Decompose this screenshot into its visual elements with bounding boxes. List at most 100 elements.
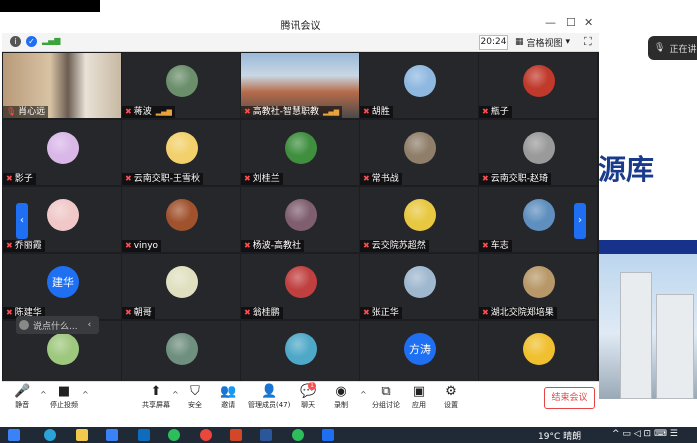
avatar bbox=[404, 199, 436, 231]
participant-tile[interactable]: ✖ 云南交职-赵琦 bbox=[479, 120, 597, 185]
chrome-icon[interactable] bbox=[200, 429, 212, 441]
view-label: 宫格视图 bbox=[526, 38, 563, 49]
file-explorer-icon[interactable] bbox=[76, 429, 88, 441]
participant-tile[interactable]: 🎙 肖心远 bbox=[3, 53, 121, 118]
participant-tile[interactable] bbox=[241, 321, 359, 386]
muted-mic-icon: ✖ bbox=[244, 308, 251, 317]
breakout-label: 分组讨论 bbox=[372, 401, 400, 409]
share-options-icon[interactable]: ^ bbox=[172, 390, 179, 399]
participant-tile[interactable]: ✖ 朝哥 bbox=[122, 254, 240, 319]
avatar bbox=[285, 199, 317, 231]
powerpoint-icon[interactable] bbox=[230, 429, 242, 441]
participant-tile[interactable]: ✖ 影子 bbox=[3, 120, 121, 185]
edge-browser-icon[interactable] bbox=[44, 429, 56, 441]
avatar bbox=[404, 132, 436, 164]
muted-mic-icon: ✖ bbox=[244, 107, 251, 116]
maximize-icon[interactable]: ☐ bbox=[566, 16, 576, 29]
participant-name: 杨波-高教社 bbox=[252, 241, 301, 251]
share-screen-button[interactable]: ⬆ 共享屏幕 bbox=[142, 384, 170, 410]
participant-name-bar: ✖ 高教社-智慧职教 ▂▄▆ bbox=[241, 106, 343, 118]
participant-name-bar: ✖ 云交院苏超然 bbox=[360, 240, 429, 252]
record-button[interactable]: ◉ 录制 bbox=[334, 384, 348, 410]
signal-icon[interactable]: ▂▄▆ bbox=[42, 36, 60, 45]
participant-name: 肖心远 bbox=[18, 107, 46, 117]
windows-start-icon[interactable] bbox=[8, 429, 20, 441]
participant-tile[interactable]: 建华 ✖ 陈建华 bbox=[3, 254, 121, 319]
muted-mic-icon: ✖ bbox=[125, 107, 132, 116]
chat-button[interactable]: 💬 1 聊天 bbox=[300, 382, 317, 410]
participant-name: 车志 bbox=[490, 241, 509, 251]
chat-icon: 💬 1 bbox=[300, 382, 317, 399]
participant-tile[interactable]: ✖ 高教社-智慧职教 ▂▄▆ bbox=[241, 53, 359, 118]
security-button[interactable]: ⛉ 安全 bbox=[188, 384, 202, 410]
record-options-icon[interactable]: ^ bbox=[360, 390, 367, 399]
participant-tile[interactable]: ✖ 张正华 bbox=[360, 254, 478, 319]
participant-name: 影子 bbox=[14, 174, 33, 184]
tray-icons[interactable]: ^ ▭ ◁ ⊡ ⌨ ☰ bbox=[612, 429, 678, 439]
collapse-icon[interactable]: ‹ bbox=[88, 320, 92, 330]
avatar: 建华 bbox=[47, 266, 79, 298]
tencent-meeting-icon[interactable] bbox=[322, 429, 334, 441]
avatar bbox=[523, 65, 555, 97]
participant-tile[interactable]: ✖ 胡胜 bbox=[360, 53, 478, 118]
participant-name: 胡胜 bbox=[371, 107, 390, 117]
participant-tile[interactable]: ✖ 翁桂鹏 bbox=[241, 254, 359, 319]
avatar bbox=[47, 132, 79, 164]
speaker-indicator[interactable]: 🎙 正在讲 bbox=[648, 36, 697, 60]
signal-icon: ▂▄▆ bbox=[155, 108, 172, 116]
participant-tile[interactable]: ✖ 瓶子 bbox=[479, 53, 597, 118]
view-switch-button[interactable]: ▦ 宫格视图 ▾ bbox=[515, 35, 570, 49]
avatar bbox=[285, 266, 317, 298]
apps-button[interactable]: ▣ 应用 bbox=[412, 384, 426, 410]
settings-label: 设置 bbox=[444, 401, 458, 409]
stop-video-button[interactable]: ■ 停止投频 bbox=[50, 384, 78, 410]
chat-label: 聊天 bbox=[301, 401, 316, 409]
info-icon[interactable]: i bbox=[10, 36, 21, 47]
muted-mic-icon: ✖ bbox=[6, 308, 13, 317]
browser-icon[interactable] bbox=[168, 429, 180, 441]
participant-tile[interactable]: ✖ 云交院苏超然 bbox=[360, 187, 478, 252]
window-title: 腾讯会议 bbox=[280, 21, 321, 32]
participant-name-bar: ✖ 胡胜 bbox=[360, 106, 393, 118]
avatar bbox=[523, 132, 555, 164]
muted-mic-icon: ✖ bbox=[125, 174, 132, 183]
signal-icon: ▂▄▆ bbox=[322, 108, 340, 116]
mail-icon[interactable] bbox=[138, 429, 150, 441]
participant-tile[interactable]: ✖ 云南交职-王雪秋 bbox=[122, 120, 240, 185]
participant-tile[interactable]: ✖ 常书战 bbox=[360, 120, 478, 185]
title-bar: 腾讯会议 — ☐ ✕ bbox=[2, 13, 599, 33]
participant-tile[interactable]: ✖ 刘桂兰 bbox=[241, 120, 359, 185]
shield-icon[interactable]: ✓ bbox=[26, 36, 37, 47]
end-meeting-button[interactable]: 结束会议 bbox=[544, 387, 595, 409]
mic-options-icon[interactable]: ^ bbox=[40, 390, 47, 399]
manage-members-button[interactable]: 👤 管理成员(47) bbox=[248, 384, 290, 410]
prev-page-button[interactable]: ‹ bbox=[16, 203, 28, 239]
avatar bbox=[285, 132, 317, 164]
participant-tile[interactable]: 方涛 bbox=[360, 321, 478, 386]
participant-tile[interactable]: ✖ vinyo bbox=[122, 187, 240, 252]
minimize-icon[interactable]: — bbox=[545, 16, 556, 29]
invite-button[interactable]: 👥 邀请 bbox=[220, 384, 236, 410]
wechat-icon[interactable] bbox=[292, 429, 304, 441]
grid-view-icon: ▦ bbox=[515, 37, 524, 47]
participant-name: 常书战 bbox=[371, 174, 399, 184]
fullscreen-icon[interactable]: ⛶ bbox=[584, 35, 592, 49]
next-page-button[interactable]: › bbox=[574, 203, 586, 239]
participant-tile[interactable] bbox=[479, 321, 597, 386]
participant-name-bar: ✖ vinyo bbox=[122, 240, 162, 252]
weather-status[interactable]: 19°C 晴朗 bbox=[538, 429, 581, 442]
participant-tile[interactable]: ✖ 蒋波 ▂▄▆ bbox=[122, 53, 240, 118]
invite-label: 邀请 bbox=[221, 401, 236, 409]
avatar bbox=[523, 266, 555, 298]
video-options-icon[interactable]: ^ bbox=[82, 390, 89, 399]
breakout-button[interactable]: ⧉ 分组讨论 bbox=[372, 384, 400, 410]
participant-tile[interactable]: ✖ 湖北交院郑培果 bbox=[479, 254, 597, 319]
chat-input[interactable]: 说点什么... ‹ bbox=[16, 316, 99, 334]
participant-tile[interactable]: ✖ 杨波-高教社 bbox=[241, 187, 359, 252]
settings-button[interactable]: ⚙ 设置 bbox=[444, 384, 458, 410]
participant-tile[interactable] bbox=[122, 321, 240, 386]
close-icon[interactable]: ✕ bbox=[584, 16, 593, 29]
word-icon[interactable] bbox=[260, 429, 272, 441]
mute-button[interactable]: 🎤 静音 bbox=[14, 384, 30, 410]
store-icon[interactable] bbox=[106, 429, 118, 441]
